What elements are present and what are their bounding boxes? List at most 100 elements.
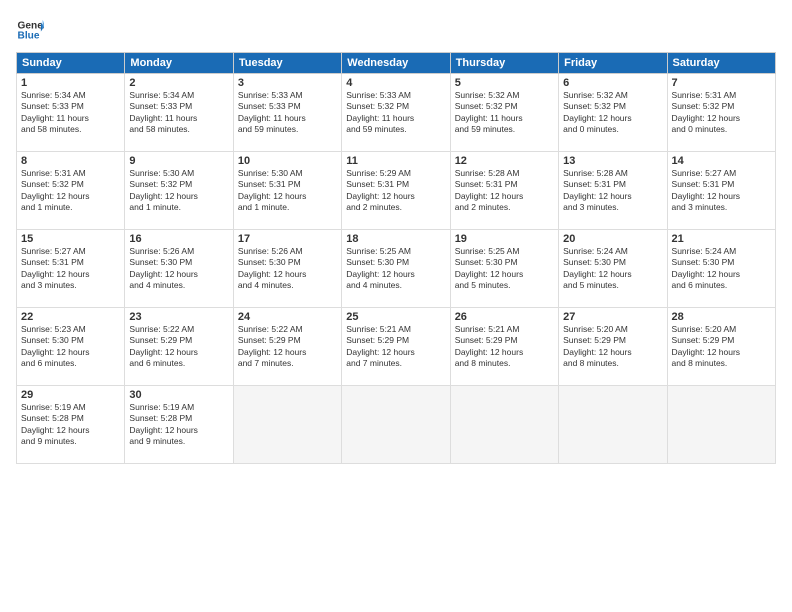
col-header-friday: Friday	[559, 53, 667, 74]
day-number: 8	[21, 155, 120, 167]
day-info: Sunrise: 5:20 AM Sunset: 5:29 PM Dayligh…	[672, 324, 771, 370]
calendar-cell: 14Sunrise: 5:27 AM Sunset: 5:31 PM Dayli…	[667, 152, 775, 230]
day-info: Sunrise: 5:30 AM Sunset: 5:32 PM Dayligh…	[129, 168, 228, 214]
col-header-thursday: Thursday	[450, 53, 558, 74]
day-number: 27	[563, 311, 662, 323]
day-number: 3	[238, 77, 337, 89]
calendar-cell: 25Sunrise: 5:21 AM Sunset: 5:29 PM Dayli…	[342, 308, 450, 386]
col-header-monday: Monday	[125, 53, 233, 74]
day-info: Sunrise: 5:31 AM Sunset: 5:32 PM Dayligh…	[672, 90, 771, 136]
day-number: 26	[455, 311, 554, 323]
calendar-cell: 11Sunrise: 5:29 AM Sunset: 5:31 PM Dayli…	[342, 152, 450, 230]
day-number: 29	[21, 389, 120, 401]
day-number: 7	[672, 77, 771, 89]
calendar-cell: 13Sunrise: 5:28 AM Sunset: 5:31 PM Dayli…	[559, 152, 667, 230]
day-info: Sunrise: 5:31 AM Sunset: 5:32 PM Dayligh…	[21, 168, 120, 214]
day-info: Sunrise: 5:22 AM Sunset: 5:29 PM Dayligh…	[129, 324, 228, 370]
logo: General Blue	[16, 16, 48, 44]
calendar-cell: 8Sunrise: 5:31 AM Sunset: 5:32 PM Daylig…	[17, 152, 125, 230]
calendar-cell: 1Sunrise: 5:34 AM Sunset: 5:33 PM Daylig…	[17, 74, 125, 152]
day-number: 15	[21, 233, 120, 245]
week-row-2: 15Sunrise: 5:27 AM Sunset: 5:31 PM Dayli…	[17, 230, 776, 308]
col-header-sunday: Sunday	[17, 53, 125, 74]
calendar-cell: 15Sunrise: 5:27 AM Sunset: 5:31 PM Dayli…	[17, 230, 125, 308]
day-number: 28	[672, 311, 771, 323]
calendar-cell: 21Sunrise: 5:24 AM Sunset: 5:30 PM Dayli…	[667, 230, 775, 308]
day-info: Sunrise: 5:26 AM Sunset: 5:30 PM Dayligh…	[129, 246, 228, 292]
calendar-cell: 17Sunrise: 5:26 AM Sunset: 5:30 PM Dayli…	[233, 230, 341, 308]
day-info: Sunrise: 5:22 AM Sunset: 5:29 PM Dayligh…	[238, 324, 337, 370]
day-number: 14	[672, 155, 771, 167]
col-header-wednesday: Wednesday	[342, 53, 450, 74]
day-info: Sunrise: 5:27 AM Sunset: 5:31 PM Dayligh…	[21, 246, 120, 292]
day-number: 5	[455, 77, 554, 89]
day-number: 25	[346, 311, 445, 323]
logo-icon: General Blue	[16, 16, 44, 44]
calendar-table: SundayMondayTuesdayWednesdayThursdayFrid…	[16, 52, 776, 464]
day-number: 21	[672, 233, 771, 245]
calendar-cell: 7Sunrise: 5:31 AM Sunset: 5:32 PM Daylig…	[667, 74, 775, 152]
day-info: Sunrise: 5:33 AM Sunset: 5:32 PM Dayligh…	[346, 90, 445, 136]
calendar-cell	[667, 386, 775, 464]
day-info: Sunrise: 5:27 AM Sunset: 5:31 PM Dayligh…	[672, 168, 771, 214]
calendar-cell: 28Sunrise: 5:20 AM Sunset: 5:29 PM Dayli…	[667, 308, 775, 386]
day-number: 24	[238, 311, 337, 323]
day-number: 2	[129, 77, 228, 89]
day-number: 22	[21, 311, 120, 323]
day-info: Sunrise: 5:25 AM Sunset: 5:30 PM Dayligh…	[455, 246, 554, 292]
day-number: 19	[455, 233, 554, 245]
day-info: Sunrise: 5:19 AM Sunset: 5:28 PM Dayligh…	[129, 402, 228, 448]
day-number: 30	[129, 389, 228, 401]
day-number: 11	[346, 155, 445, 167]
calendar-cell: 2Sunrise: 5:34 AM Sunset: 5:33 PM Daylig…	[125, 74, 233, 152]
week-row-0: 1 Sunrise: 5:34 AM Sunset: 5:33 PM Daylig…	[17, 74, 776, 152]
day-number: 10	[238, 155, 337, 167]
col-header-tuesday: Tuesday	[233, 53, 341, 74]
day-info: Sunrise: 5:24 AM Sunset: 5:30 PM Dayligh…	[672, 246, 771, 292]
calendar-cell	[559, 386, 667, 464]
calendar-cell: 27Sunrise: 5:20 AM Sunset: 5:29 PM Dayli…	[559, 308, 667, 386]
day-info: Sunrise: 5:28 AM Sunset: 5:31 PM Dayligh…	[563, 168, 662, 214]
header: General Blue	[16, 16, 776, 44]
calendar-cell: 9Sunrise: 5:30 AM Sunset: 5:32 PM Daylig…	[125, 152, 233, 230]
day-info: Sunrise: 5:21 AM Sunset: 5:29 PM Dayligh…	[455, 324, 554, 370]
day-number: 9	[129, 155, 228, 167]
col-header-saturday: Saturday	[667, 53, 775, 74]
day-info: Sunrise: 5:26 AM Sunset: 5:30 PM Dayligh…	[238, 246, 337, 292]
day-number: 23	[129, 311, 228, 323]
day-info: Sunrise: 5:21 AM Sunset: 5:29 PM Dayligh…	[346, 324, 445, 370]
calendar-cell: 3Sunrise: 5:33 AM Sunset: 5:33 PM Daylig…	[233, 74, 341, 152]
calendar-cell: 6Sunrise: 5:32 AM Sunset: 5:32 PM Daylig…	[559, 74, 667, 152]
day-number: 4	[346, 77, 445, 89]
page: General Blue SundayMondayTuesdayWednesda…	[0, 0, 792, 612]
day-info: Sunrise: 5:34 AM Sunset: 5:33 PM Dayligh…	[129, 90, 228, 136]
calendar-cell: 26Sunrise: 5:21 AM Sunset: 5:29 PM Dayli…	[450, 308, 558, 386]
week-row-4: 29 Sunrise: 5:19 AM Sunset: 5:28 PM Dayli…	[17, 386, 776, 464]
day-info: Sunrise: 5:32 AM Sunset: 5:32 PM Dayligh…	[455, 90, 554, 136]
day-info: Sunrise: 5:28 AM Sunset: 5:31 PM Dayligh…	[455, 168, 554, 214]
day-info: Sunrise: 5:30 AM Sunset: 5:31 PM Dayligh…	[238, 168, 337, 214]
svg-text:Blue: Blue	[18, 31, 40, 42]
calendar-cell	[342, 386, 450, 464]
day-number: 1	[21, 77, 120, 89]
day-info: Sunrise: 5:33 AM Sunset: 5:33 PM Dayligh…	[238, 90, 337, 136]
day-number: 13	[563, 155, 662, 167]
day-number: 12	[455, 155, 554, 167]
calendar-cell: 12Sunrise: 5:28 AM Sunset: 5:31 PM Dayli…	[450, 152, 558, 230]
calendar-cell: 19Sunrise: 5:25 AM Sunset: 5:30 PM Dayli…	[450, 230, 558, 308]
day-number: 16	[129, 233, 228, 245]
day-number: 20	[563, 233, 662, 245]
day-info: Sunrise: 5:25 AM Sunset: 5:30 PM Dayligh…	[346, 246, 445, 292]
calendar-cell	[233, 386, 341, 464]
calendar-cell: 29Sunrise: 5:19 AM Sunset: 5:28 PM Dayli…	[17, 386, 125, 464]
week-row-1: 8Sunrise: 5:31 AM Sunset: 5:32 PM Daylig…	[17, 152, 776, 230]
calendar-cell: 23Sunrise: 5:22 AM Sunset: 5:29 PM Dayli…	[125, 308, 233, 386]
week-row-3: 22Sunrise: 5:23 AM Sunset: 5:30 PM Dayli…	[17, 308, 776, 386]
calendar-cell	[450, 386, 558, 464]
calendar-cell: 24Sunrise: 5:22 AM Sunset: 5:29 PM Dayli…	[233, 308, 341, 386]
calendar-cell: 22Sunrise: 5:23 AM Sunset: 5:30 PM Dayli…	[17, 308, 125, 386]
calendar-cell: 30Sunrise: 5:19 AM Sunset: 5:28 PM Dayli…	[125, 386, 233, 464]
calendar-cell: 10Sunrise: 5:30 AM Sunset: 5:31 PM Dayli…	[233, 152, 341, 230]
day-info: Sunrise: 5:24 AM Sunset: 5:30 PM Dayligh…	[563, 246, 662, 292]
day-number: 17	[238, 233, 337, 245]
